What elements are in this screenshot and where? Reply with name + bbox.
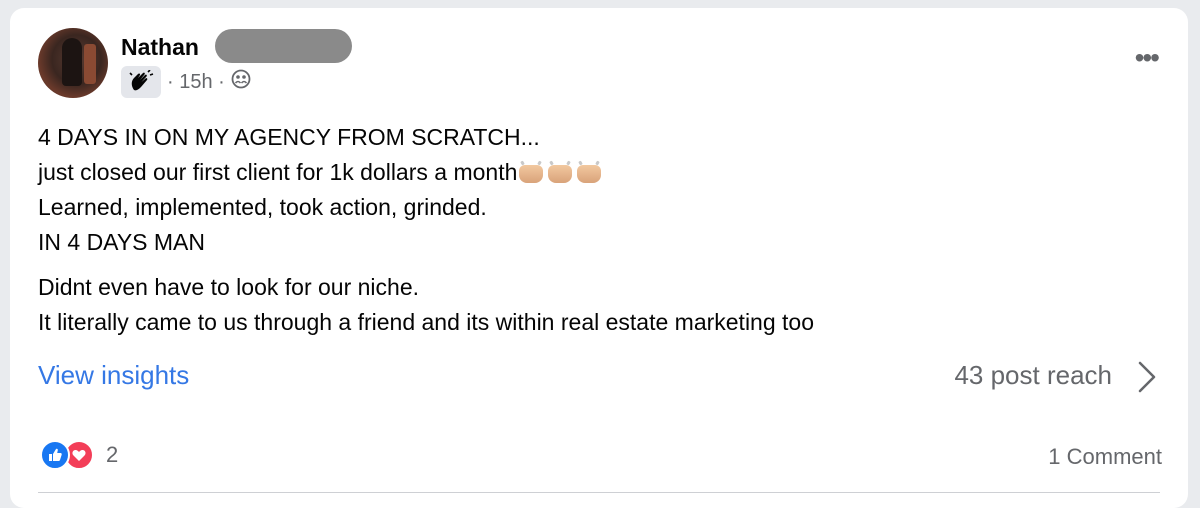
- post-text: 4 DAYS IN ON MY AGENCY FROM SCRATCH... j…: [38, 120, 814, 340]
- avatar-figure: [62, 38, 82, 86]
- post-card: Nathan · 15h · ••• 4 DAYS IN ON MY AGENC…: [10, 8, 1188, 508]
- divider: [38, 492, 1160, 493]
- avatar-background: [84, 44, 96, 84]
- group-icon: [231, 69, 251, 95]
- more-options-icon[interactable]: •••: [1135, 44, 1160, 72]
- reaction-count: 2: [106, 442, 119, 467]
- chevron-right-icon[interactable]: [1136, 360, 1158, 399]
- post-meta: · 15h ·: [121, 66, 251, 98]
- avatar[interactable]: [38, 28, 108, 98]
- post-line: Didnt even have to look for our niche.: [38, 274, 420, 300]
- reactions-summary[interactable]: 2: [40, 440, 118, 470]
- post-line: Learned, implemented, took action, grind…: [38, 194, 487, 220]
- redacted-surname: [215, 29, 352, 63]
- post-line: 4 DAYS IN ON MY AGENCY FROM SCRATCH...: [38, 124, 540, 150]
- post-time[interactable]: · 15h ·: [167, 71, 225, 94]
- post-line: It literally came to us through a friend…: [38, 309, 815, 335]
- like-icon: [40, 440, 70, 470]
- author-name[interactable]: Nathan: [121, 34, 199, 61]
- wave-badge-icon[interactable]: [121, 66, 161, 98]
- comments-count[interactable]: 1 Comment: [1048, 444, 1162, 470]
- post-line: IN 4 DAYS MAN: [38, 229, 205, 255]
- post-line: just closed our first client for 1k doll…: [38, 155, 814, 190]
- raised-hands-emoji-icon: [519, 164, 602, 183]
- view-insights-link[interactable]: View insights: [38, 360, 189, 391]
- post-reach[interactable]: 43 post reach: [954, 360, 1112, 391]
